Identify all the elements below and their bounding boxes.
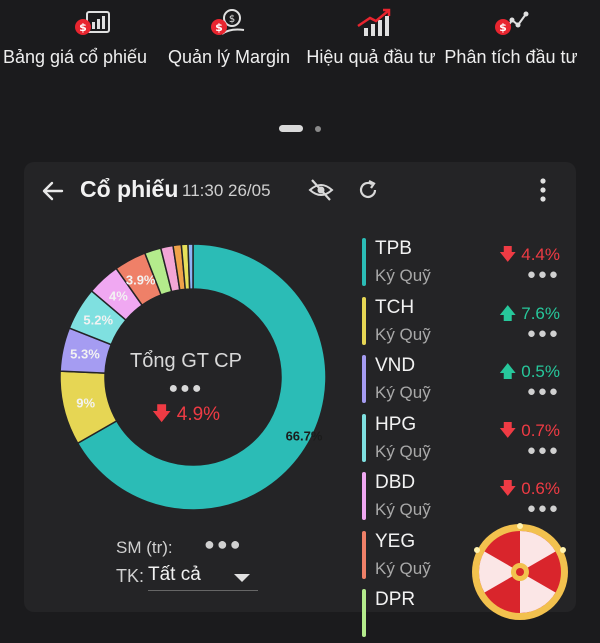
up-arrow-icon: 🡅 [499, 362, 522, 381]
donut-slice-label: 4% [108, 288, 128, 303]
portfolio-donut-chart[interactable] [58, 242, 328, 512]
stock-value-hidden: ●●● [526, 324, 560, 342]
svg-text:$: $ [229, 14, 235, 25]
stock-value-hidden: ●●● [526, 500, 560, 517]
card-title: Cổ phiếu [80, 176, 179, 202]
price-board-icon: $ [75, 11, 110, 35]
stock-change-value: 7.6% [521, 303, 560, 323]
stock-code: VND [375, 355, 416, 376]
page-dot [315, 126, 321, 132]
stock-code: TPB [375, 238, 412, 259]
purchasing-power-label: SM (tr): [116, 538, 173, 557]
menu-label: Hiệu quả đầu tư [306, 47, 436, 67]
svg-text:$: $ [215, 21, 223, 34]
stock-change-value: 0.6% [521, 479, 560, 498]
account-label: TK: [116, 566, 145, 586]
stock-account-type: Ký Quỹ [375, 500, 431, 519]
stock-code: HPG [375, 413, 417, 435]
stock-account-type: Ký Quỹ [375, 383, 431, 402]
stock-code: DBD [375, 472, 416, 493]
eye-off-icon[interactable] [308, 178, 334, 202]
donut-slice-label: 9% [76, 395, 96, 411]
stock-change-value: 0.5% [521, 362, 560, 381]
stock-row-vnd[interactable]: VND Ký Quỹ 🡅 0.5% ●●● [362, 351, 562, 409]
up-arrow-icon: 🡅 [499, 303, 522, 323]
total-value-hidden: ●●● [168, 380, 204, 397]
svg-text:$: $ [79, 21, 87, 34]
caret-down-icon [234, 574, 250, 582]
purchasing-power-hidden: ●●● [204, 534, 243, 554]
stock-code: DPR [375, 589, 416, 610]
donut-slice-label: 3.9% [125, 272, 156, 288]
stock-row-tpb[interactable]: TPB Ký Quỹ 🡇 4.4% ●●● [362, 234, 562, 292]
investment-analysis-icon: $ [495, 11, 529, 35]
stock-color-bar [362, 530, 366, 579]
donut-slice[interactable] [187, 243, 194, 290]
stock-color-bar [362, 355, 366, 403]
margin-money-icon: $ $ [211, 9, 245, 35]
stock-change-value: 4.4% [521, 245, 560, 264]
stock-value-hidden: ●●● [526, 266, 560, 283]
stock-account-type: Ký Quỹ [375, 558, 431, 578]
menu-label: Bảng giá cổ phiếu [2, 47, 148, 67]
account-select[interactable]: Tất cả [148, 562, 258, 591]
total-change: 🡇 4.9% [126, 400, 246, 432]
stock-row-dbd[interactable]: DBD Ký Quỹ 🡇 0.6% ●●● [362, 468, 562, 526]
down-arrow-icon: 🡇 [499, 420, 522, 440]
more-options-icon[interactable] [538, 177, 548, 203]
page-dot-active [279, 125, 303, 132]
stock-account-type: Ký Quỹ [375, 324, 431, 344]
stock-color-bar [362, 296, 366, 345]
lucky-wheel-icon[interactable] [470, 522, 570, 622]
stock-color-bar [362, 589, 366, 637]
stock-account-type: Ký Quỹ [375, 441, 431, 461]
stock-value-hidden: ●●● [526, 441, 560, 459]
stock-color-bar [362, 238, 366, 286]
stock-row-tch[interactable]: TCH Ký Quỹ 🡅 7.6% ●●● [362, 293, 562, 351]
stock-change-value: 0.7% [521, 420, 560, 440]
menu-label: Phân tích đầu tư [444, 47, 578, 67]
stock-row-hpg[interactable]: HPG Ký Quỹ 🡇 0.7% ●●● [362, 410, 562, 468]
donut-slice-label: 5.2% [83, 312, 114, 328]
account-select-value: Tất cả [148, 564, 201, 585]
total-value-label: Tổng GT CP [130, 350, 242, 372]
stock-color-bar [362, 472, 366, 520]
card-header: Cổ phiếu 11:30 26/05 [24, 162, 576, 218]
stock-value-hidden: ●●● [526, 383, 560, 400]
menu-label: Quản lý Margin [167, 47, 291, 67]
down-arrow-icon: 🡇 [151, 404, 172, 425]
donut-slice-label: 66.7% [285, 428, 323, 444]
donut-slice-label: 5.3% [70, 346, 100, 362]
down-arrow-icon: 🡇 [499, 479, 522, 498]
back-arrow-icon[interactable] [40, 178, 66, 204]
total-change-value: 4.9% [176, 404, 221, 425]
stock-code: YEG [375, 530, 416, 552]
stock-color-bar [362, 413, 366, 462]
investment-growth-icon [357, 8, 391, 36]
stock-account-type: Ký Quỹ [375, 266, 431, 285]
refresh-icon[interactable] [356, 178, 380, 202]
feature-menu: $ Bảng giá cổ phiếu $ $ Quản lý Margin H… [0, 0, 600, 110]
svg-text:$: $ [499, 21, 507, 34]
stock-code: TCH [375, 296, 415, 318]
down-arrow-icon: 🡇 [499, 245, 522, 264]
card-timestamp: 11:30 26/05 [182, 181, 271, 200]
